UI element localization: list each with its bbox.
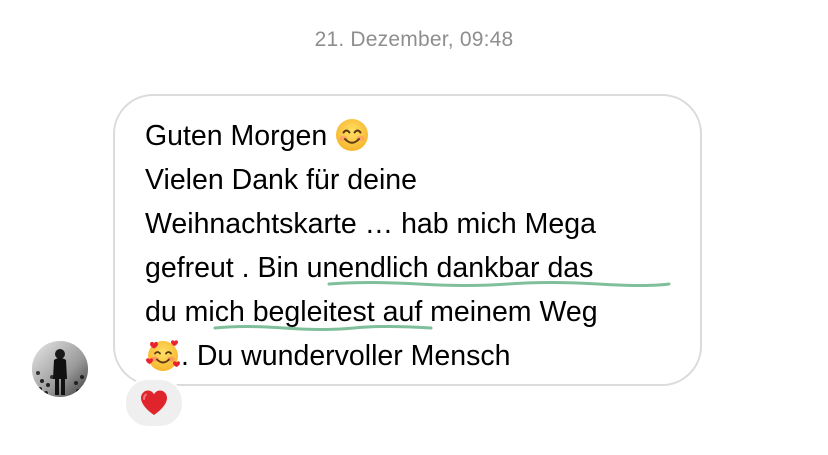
line-4-text: gefreut . Bin [145,252,307,284]
greeting-text: Guten Morgen [145,120,336,152]
sender-avatar[interactable] [32,341,88,397]
message-line-6: . Du wundervoller Mensch [145,334,685,378]
message-timestamp: 21. Dezember, 09:48 [314,28,514,51]
line-6-text: . Du wundervoller Mensch [181,340,511,372]
reaction-badge[interactable] [124,378,184,428]
red-heart-icon [141,390,167,415]
link-underline-2 [213,325,433,331]
link-underline-1 [327,281,671,287]
message-line-3: Weihnachtskarte … hab mich Mega [145,208,596,240]
message-line-1: Guten Morgen [145,114,685,158]
message-text: Guten Morgen Vielen Dank für deine Weihn… [145,114,685,378]
profile-photo-icon [32,341,88,397]
message-line-2: Vielen Dank für deine [145,164,417,196]
